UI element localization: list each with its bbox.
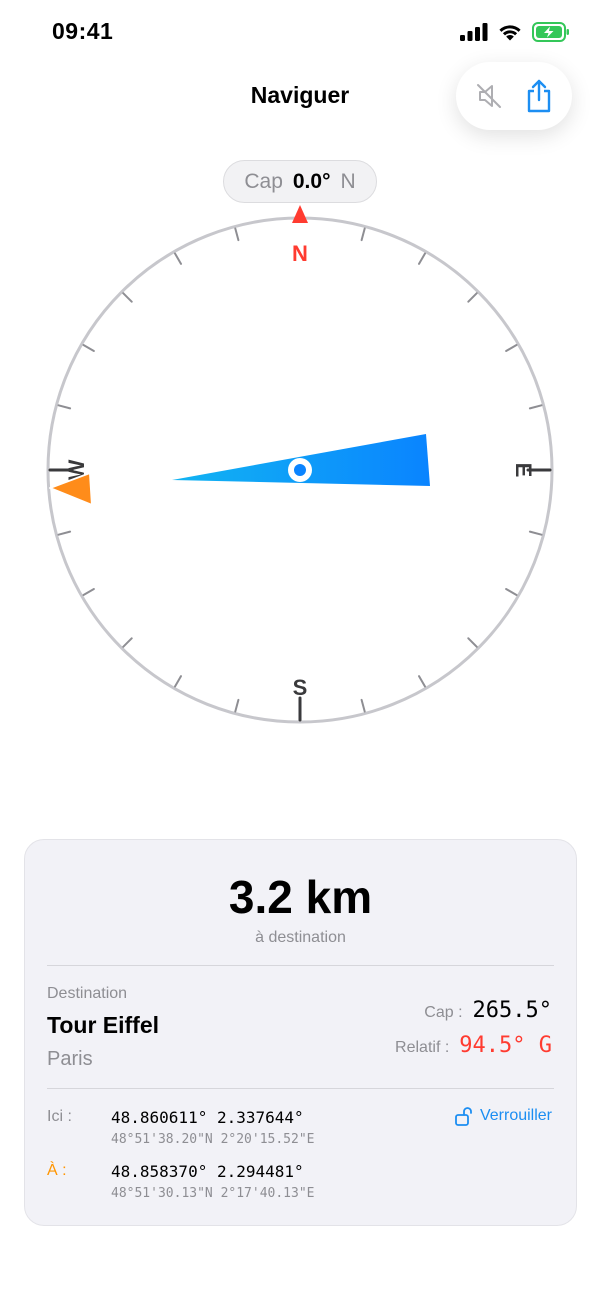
compass-tick <box>122 637 133 648</box>
compass-tick <box>467 292 478 303</box>
bearing-label: Cap : <box>424 1004 463 1021</box>
divider <box>47 1088 554 1089</box>
to-dms: 48°51'30.13"N 2°17'40.13"E <box>111 1186 315 1201</box>
here-label: Ici : <box>47 1108 72 1125</box>
relative-value: 94.5° G <box>459 1033 552 1058</box>
lock-label: Verrouiller <box>479 1107 552 1124</box>
compass-tick <box>505 344 518 352</box>
heading-indicator: Cap 0.0° N <box>223 160 377 203</box>
compass-tick <box>234 698 240 713</box>
wifi-icon <box>499 25 521 41</box>
speaker-muted-icon <box>477 84 501 108</box>
compass-tick <box>528 404 543 410</box>
destination-city: Paris <box>47 1048 93 1070</box>
status-bar: 09:41 <box>0 0 600 66</box>
compass-tick <box>360 698 366 713</box>
distance-value: 3.2 km <box>228 871 373 923</box>
cellular-signal-icon <box>460 23 488 41</box>
battery-charging-icon <box>532 22 569 42</box>
to-label: À : <box>47 1162 67 1179</box>
status-time: 09:41 <box>52 18 114 44</box>
compass-tick <box>82 588 95 596</box>
bearing-value: 265.5° <box>472 998 552 1023</box>
compass-tick <box>82 344 95 352</box>
relative-label: Relatif : <box>395 1039 450 1056</box>
compass-tick <box>57 404 72 410</box>
heading-direction: N <box>340 169 356 193</box>
divider <box>47 965 554 966</box>
relative-bearing-row: Relatif : 94.5° G <box>395 1033 552 1058</box>
heading-value: 0.0° <box>292 169 331 193</box>
compass-tick <box>234 227 240 242</box>
to-decimal: 48.858370° 2.294481° <box>111 1162 304 1181</box>
unlock-icon <box>455 1107 472 1126</box>
here-decimal: 48.860611° 2.337644° <box>111 1108 304 1127</box>
compass-tick <box>528 530 543 536</box>
navigation-info-card: 3.2 km à destination Destination Tour Ei… <box>24 839 577 1226</box>
lock-button[interactable]: Verrouiller <box>454 1106 552 1126</box>
north-pointer <box>292 205 308 223</box>
status-icons <box>460 22 570 42</box>
compass-tick <box>174 675 182 688</box>
here-dms: 48°51'38.20"N 2°20'15.52"E <box>111 1132 315 1147</box>
bearing-row: Cap : 265.5° <box>424 998 552 1023</box>
distance-caption: à destination <box>255 929 346 946</box>
mute-button[interactable] <box>467 74 511 118</box>
compass-dial[interactable]: N S E W <box>40 205 560 735</box>
toolbar <box>456 62 572 130</box>
cardinal-north: N <box>292 241 308 266</box>
compass-tick <box>505 588 518 596</box>
compass-tick <box>467 637 478 648</box>
cardinal-south: S <box>293 675 308 700</box>
center-dot-inner <box>294 464 306 476</box>
compass-tick <box>418 252 426 265</box>
compass-tick <box>418 675 426 688</box>
compass-tick <box>122 292 133 303</box>
compass-tick <box>360 227 366 242</box>
destination-label: Destination <box>47 985 128 1002</box>
compass-tick <box>57 530 72 536</box>
destination-name: Tour Eiffel <box>47 1012 160 1038</box>
share-button[interactable] <box>517 74 561 118</box>
share-icon <box>527 79 551 113</box>
cardinal-east: E <box>511 463 536 478</box>
heading-label: Cap <box>244 169 283 193</box>
compass-tick <box>174 252 182 265</box>
